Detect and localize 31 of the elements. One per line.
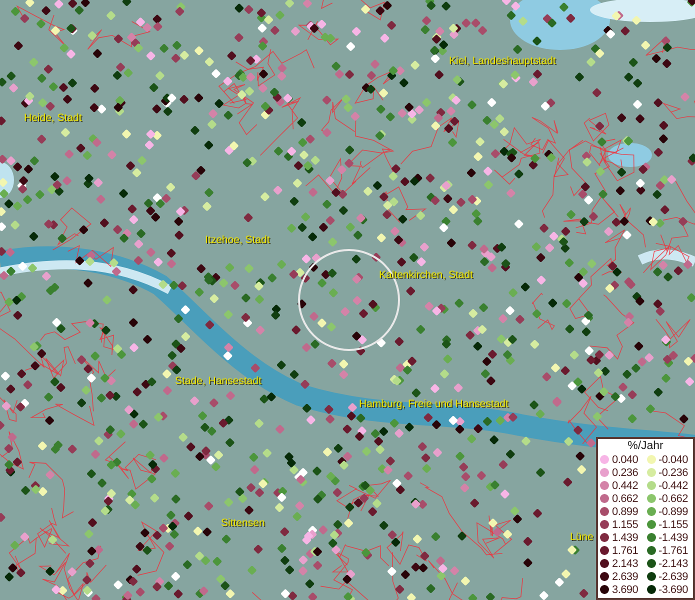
legend-label: 0.899 bbox=[612, 506, 638, 518]
legend-label: 0.236 bbox=[612, 466, 638, 478]
place-label: Sittensen bbox=[221, 517, 265, 529]
legend-label: -3.690 bbox=[658, 584, 688, 596]
legend-label: 0.040 bbox=[612, 454, 638, 466]
legend-label: -2.639 bbox=[658, 570, 688, 582]
place-label: Kiel, Landeshauptstadt bbox=[449, 55, 556, 67]
legend-label: -1.155 bbox=[658, 518, 688, 530]
place-label: Itzehoe, Stadt bbox=[205, 234, 270, 246]
legend-label: -2.143 bbox=[658, 558, 688, 570]
legend-label: -0.236 bbox=[658, 466, 688, 478]
place-label: Hamburg, Freie und Hansestadt bbox=[359, 398, 508, 410]
legend-label: -0.442 bbox=[658, 480, 688, 492]
legend-label: 0.442 bbox=[612, 480, 638, 492]
legend-label: 2.639 bbox=[612, 570, 638, 582]
legend-label: 1.761 bbox=[612, 544, 638, 556]
legend-label: -0.040 bbox=[658, 454, 688, 466]
legend-label: -0.899 bbox=[658, 506, 688, 518]
legend-label: -1.439 bbox=[658, 532, 688, 544]
legend-label: 3.690 bbox=[612, 584, 638, 596]
legend-label: 1.439 bbox=[612, 532, 638, 544]
map-drawing[interactable] bbox=[0, 0, 695, 600]
legend-label: 1.155 bbox=[612, 518, 638, 530]
place-label: Heide, Stadt bbox=[24, 112, 82, 124]
legend-label: -1.761 bbox=[658, 544, 688, 556]
legend-label: 2.143 bbox=[612, 558, 638, 570]
place-label: Lüne bbox=[570, 531, 594, 543]
legend-label: 0.662 bbox=[612, 492, 638, 504]
legend-title: %/Jahr bbox=[626, 440, 664, 452]
place-label: Stade, Hansestadt bbox=[175, 375, 262, 387]
legend-label: -0.662 bbox=[658, 492, 688, 504]
